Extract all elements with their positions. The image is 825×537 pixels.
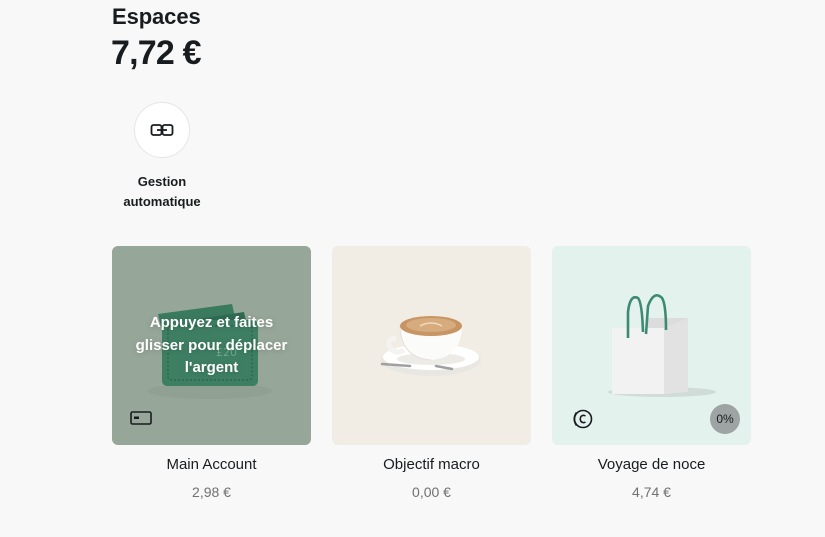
drag-hint-line1: Appuyez et faites	[149, 314, 274, 331]
space-card-voyage-de-noce[interactable]: 0%	[552, 246, 751, 445]
spaces-title: Espaces	[112, 4, 201, 29]
link-icon	[150, 124, 174, 136]
coin-icon	[573, 409, 593, 429]
space-amount: 4,74 €	[632, 484, 671, 500]
space-caption-main-account: Main Account 2,98 €	[112, 455, 311, 501]
space-name: Voyage de noce	[597, 456, 706, 473]
space-name: Objectif macro	[383, 456, 480, 473]
space-amount: 2,98 €	[192, 484, 231, 500]
space-card-objectif-macro[interactable]	[332, 246, 531, 445]
card-icon	[130, 411, 152, 425]
auto-management[interactable]: Gestion automatique	[112, 102, 212, 212]
space-amount: 0,00 €	[412, 484, 451, 500]
space-caption-objectif-macro: Objectif macro 0,00 €	[332, 455, 531, 501]
space-caption-voyage-de-noce: Voyage de noce 4,74 €	[552, 455, 751, 501]
drag-hint-line3: l'argent	[184, 359, 239, 376]
drag-hint-overlay: Appuyez et faites glisser pour déplacer …	[124, 312, 299, 380]
drag-hint-line2: glisser pour déplacer	[135, 336, 288, 354]
space-card-main-account[interactable]: £20 Appuyez et faites glisser pour dépla…	[112, 246, 311, 445]
space-name: Main Account	[166, 456, 257, 473]
interest-rate-badge: 0%	[710, 404, 740, 434]
auto-management-button[interactable]	[134, 102, 190, 158]
auto-management-label-line1: Gestion	[137, 174, 187, 189]
auto-management-label: Gestion automatique	[112, 172, 212, 212]
coffee-cup-image	[380, 316, 481, 376]
auto-management-label-line2: automatique	[123, 194, 201, 209]
spaces-total-balance: 7,72 €	[111, 34, 202, 72]
